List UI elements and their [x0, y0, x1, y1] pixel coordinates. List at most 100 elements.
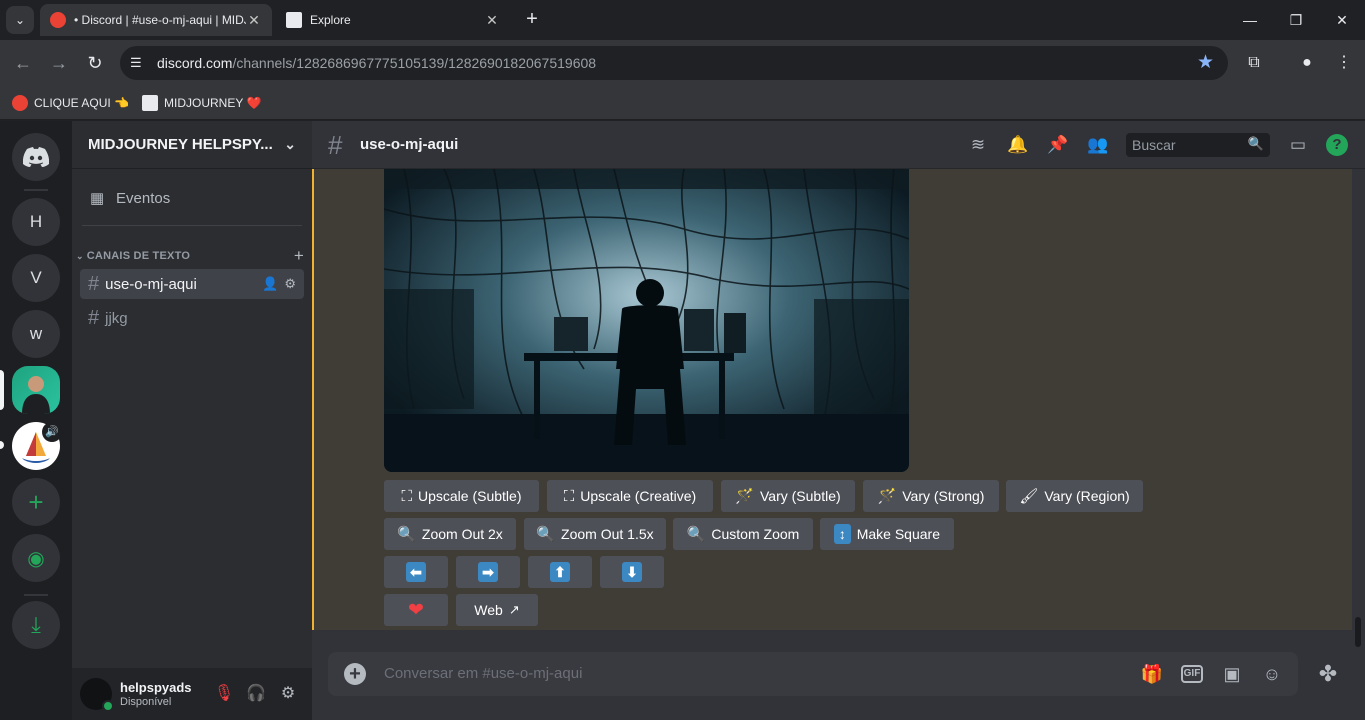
- address-bar[interactable]: ☰ discord.com/channels/12826869677751051…: [120, 46, 1228, 80]
- pan-down-button[interactable]: ⬇: [600, 556, 664, 588]
- menu-icon[interactable]: ⋮: [1332, 51, 1356, 75]
- member-list-icon[interactable]: 👥: [1086, 133, 1110, 157]
- arrow-left-icon: ⬅: [406, 562, 426, 582]
- tab-discord[interactable]: • Discord | #use-o-mj-aqui | MIDJOURNEY …: [40, 4, 272, 36]
- mute-microphone-icon[interactable]: 🎙: [212, 682, 236, 706]
- voice-speaker-icon: 🔊: [42, 422, 62, 442]
- vary-strong-button[interactable]: 🪄 Vary (Strong): [863, 480, 999, 512]
- channel-jjkg[interactable]: # jjkg: [80, 303, 304, 333]
- midjourney-favicon-icon: [286, 12, 302, 28]
- profile-icon[interactable]: ●: [1295, 51, 1319, 75]
- message-list: ⛶ Upscale (Subtle) ⛶ Upscale (Creative) 🪄 V…: [312, 169, 1352, 630]
- bookmark-star-icon[interactable]: ★: [1197, 51, 1214, 74]
- paintbrush-icon: 🖌: [1019, 488, 1039, 505]
- site-info-icon[interactable]: ☰: [130, 55, 146, 71]
- custom-zoom-button[interactable]: 🔍 Custom Zoom: [673, 518, 813, 550]
- magnifier-icon: 🔍: [397, 526, 416, 543]
- selected-server-indicator: [0, 370, 4, 410]
- category-text-channels[interactable]: ⌄ CANAIS DE TEXTO +: [76, 246, 304, 266]
- tab-search-button[interactable]: ⌄: [6, 6, 34, 34]
- server-v[interactable]: V: [12, 254, 60, 302]
- sticker-icon[interactable]: ▣: [1220, 662, 1244, 686]
- vary-region-button[interactable]: 🖌 Vary (Region): [1006, 480, 1143, 512]
- up-down-arrow-icon: ↕: [834, 524, 851, 544]
- magic-wand-icon: 🪄: [735, 488, 754, 505]
- vary-subtle-button[interactable]: 🪄 Vary (Subtle): [721, 480, 855, 512]
- hashtag-icon: #: [88, 272, 100, 295]
- user-settings-gear-icon[interactable]: ⚙: [276, 682, 300, 706]
- arrow-up-icon: ⬆: [550, 562, 570, 582]
- pan-up-button[interactable]: ⬆: [528, 556, 592, 588]
- server-header[interactable]: MIDJOURNEY HELPSPY... ⌄: [72, 121, 312, 169]
- gif-icon[interactable]: GIF: [1181, 665, 1203, 683]
- reload-icon[interactable]: ↻: [82, 50, 108, 76]
- channel-header: # use-o-mj-aqui ≋ 🔔 📌 👥 Buscar 🔍 ▭ ?: [312, 121, 1365, 169]
- back-icon[interactable]: ←: [10, 50, 36, 76]
- bookmark-favicon-icon: [12, 95, 28, 111]
- channel-title: use-o-mj-aqui: [360, 136, 459, 153]
- browser-toolbar: ← → ↻ ☰ discord.com/channels/12826869677…: [0, 40, 1365, 86]
- add-server-icon[interactable]: +: [12, 478, 60, 526]
- emoji-icon[interactable]: ☺: [1260, 662, 1284, 686]
- pan-right-button[interactable]: ➡: [456, 556, 520, 588]
- favorite-heart-button[interactable]: ❤: [384, 594, 448, 626]
- make-square-button[interactable]: ↕ Make Square: [820, 518, 954, 550]
- hashtag-icon: #: [328, 130, 343, 160]
- threads-icon[interactable]: ≋: [966, 133, 990, 157]
- explore-compass-icon[interactable]: ◉: [12, 534, 60, 582]
- server-h[interactable]: H: [12, 198, 60, 246]
- server-w[interactable]: w: [12, 310, 60, 358]
- invite-member-icon[interactable]: 👤: [262, 276, 278, 292]
- download-apps-icon[interactable]: ⤓: [12, 601, 60, 649]
- message-composer[interactable]: + Conversar em #use-o-mj-aqui 🎁 GIF ▣ ☺: [328, 652, 1298, 696]
- events-link[interactable]: ▦ Eventos: [80, 181, 304, 215]
- server-helpspy-avatar[interactable]: [12, 366, 60, 414]
- discord-home-icon[interactable]: [12, 133, 60, 181]
- message-input[interactable]: Conversar em #use-o-mj-aqui: [384, 665, 582, 682]
- zoom-out-2x-button[interactable]: 🔍 Zoom Out 2x: [384, 518, 516, 550]
- close-tab-icon[interactable]: ✕: [246, 12, 262, 29]
- sidebar-divider: [82, 225, 302, 226]
- headphones-icon[interactable]: 🎧: [244, 682, 268, 706]
- inbox-icon[interactable]: ▭: [1286, 133, 1310, 157]
- bookmarks-bar: CLIQUE AQUI 👈 MIDJOURNEY ❤️: [0, 86, 1365, 120]
- help-icon[interactable]: ?: [1326, 134, 1348, 156]
- browser-tab-bar: ⌄ • Discord | #use-o-mj-aqui | MIDJOURNE…: [0, 0, 1365, 40]
- magnifier-icon: 🔍: [536, 526, 556, 543]
- username[interactable]: helpspyads: [120, 680, 192, 695]
- search-icon: 🔍: [1247, 136, 1264, 151]
- forward-icon[interactable]: →: [46, 50, 72, 76]
- tab-explore[interactable]: Explore ✕: [276, 4, 510, 36]
- close-tab-icon[interactable]: ✕: [484, 12, 500, 29]
- zoom-out-1-5x-button[interactable]: 🔍 Zoom Out 1.5x: [524, 518, 666, 550]
- web-link-button[interactable]: Web ↗: [456, 594, 538, 626]
- user-panel: helpspyads Disponível 🎙 🎧 ⚙: [72, 668, 312, 720]
- chevron-down-icon: ⌄: [284, 136, 296, 152]
- minimize-icon[interactable]: —: [1238, 8, 1262, 32]
- channel-settings-icon[interactable]: ⚙: [284, 276, 296, 292]
- search-input[interactable]: Buscar 🔍: [1126, 133, 1270, 157]
- notification-bell-icon[interactable]: 🔔: [1006, 133, 1030, 157]
- heart-icon: ❤: [408, 599, 424, 621]
- apps-icon[interactable]: ✤: [1312, 652, 1344, 696]
- gift-icon[interactable]: 🎁: [1140, 662, 1164, 686]
- generated-image[interactable]: [384, 169, 909, 472]
- bookmark-midjourney[interactable]: MIDJOURNEY ❤️: [142, 92, 261, 114]
- create-channel-icon[interactable]: +: [294, 246, 304, 266]
- attach-plus-icon[interactable]: +: [344, 663, 366, 685]
- new-tab-button[interactable]: +: [520, 8, 544, 32]
- server-list: H V w 🔊 + ◉ ⤓: [0, 121, 72, 720]
- bookmark-clique-aqui[interactable]: CLIQUE AQUI 👈: [12, 92, 129, 114]
- restore-icon[interactable]: ❐: [1284, 8, 1308, 32]
- pan-left-button[interactable]: ⬅: [384, 556, 448, 588]
- pin-icon[interactable]: 📌: [1046, 133, 1070, 157]
- upscale-creative-button[interactable]: ⛶ Upscale (Creative): [547, 480, 713, 512]
- close-window-icon[interactable]: ✕: [1330, 8, 1354, 32]
- extensions-icon[interactable]: ⧉: [1242, 51, 1266, 75]
- channel-sidebar: MIDJOURNEY HELPSPY... ⌄ ▦ Eventos ⌄ CANA…: [72, 121, 312, 720]
- channel-use-o-mj-aqui[interactable]: # use-o-mj-aqui 👤 ⚙: [80, 269, 304, 299]
- scrollbar[interactable]: [1355, 617, 1361, 647]
- upscale-subtle-button[interactable]: ⛶ Upscale (Subtle): [384, 480, 539, 512]
- chat-area: # use-o-mj-aqui ≋ 🔔 📌 👥 Buscar 🔍 ▭ ? ⛶ U…: [312, 121, 1365, 720]
- server-list-divider: [24, 594, 48, 596]
